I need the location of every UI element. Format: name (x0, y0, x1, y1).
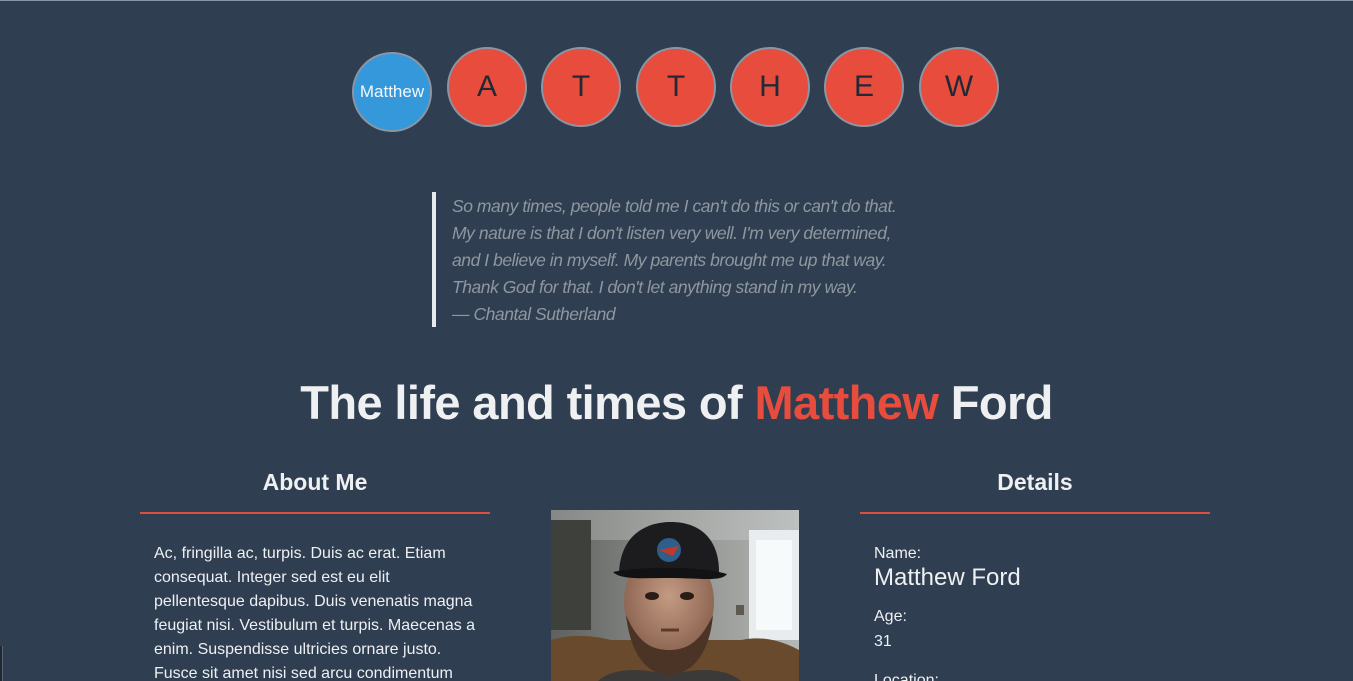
age-label: Age: (874, 608, 907, 625)
circle-label: T (666, 70, 686, 103)
details-heading: Details (860, 469, 1210, 514)
page-title: The life and times of Matthew Ford (0, 375, 1353, 430)
circle-label: W (944, 70, 974, 103)
title-suffix: Ford (938, 376, 1054, 429)
circle-letter-w[interactable]: W (919, 47, 999, 127)
circle-label: H (759, 70, 781, 103)
circle-letter-a[interactable]: A (447, 47, 527, 127)
quote-block: So many times, people told me I can't do… (432, 192, 922, 327)
circle-letter-h[interactable]: H (730, 47, 810, 127)
about-heading: About Me (140, 469, 490, 514)
title-prefix: The life and times of (300, 376, 755, 429)
side-edge-tab[interactable] (0, 646, 3, 681)
circle-letter-t[interactable]: T (541, 47, 621, 127)
title-accent-name: Matthew (754, 376, 939, 429)
location-label: Location: (874, 672, 939, 681)
circle-matthew[interactable]: Matthew (352, 52, 432, 132)
age-value: 31 (874, 633, 892, 650)
circle-letter-e[interactable]: E (824, 47, 904, 127)
profile-photo (551, 510, 799, 681)
quote-text: So many times, people told me I can't do… (452, 196, 897, 297)
about-text: Ac, fringilla ac, turpis. Duis ac erat. … (154, 545, 476, 681)
circle-label: T (571, 70, 591, 103)
profile-photo-image (551, 510, 799, 681)
name-label: Name: (874, 545, 922, 562)
name-value: Matthew Ford (874, 564, 1021, 591)
quote-author: — Chantal Sutherland (452, 304, 616, 324)
name-letter-circles: Matthew A T T H E W (352, 47, 1012, 135)
circle-label: A (476, 70, 497, 103)
circle-label: Matthew (359, 82, 425, 101)
circle-label: E (853, 70, 874, 103)
details-list: Name: Matthew Ford Age: 31 Location: (874, 545, 1204, 681)
circle-letter-t[interactable]: T (636, 47, 716, 127)
